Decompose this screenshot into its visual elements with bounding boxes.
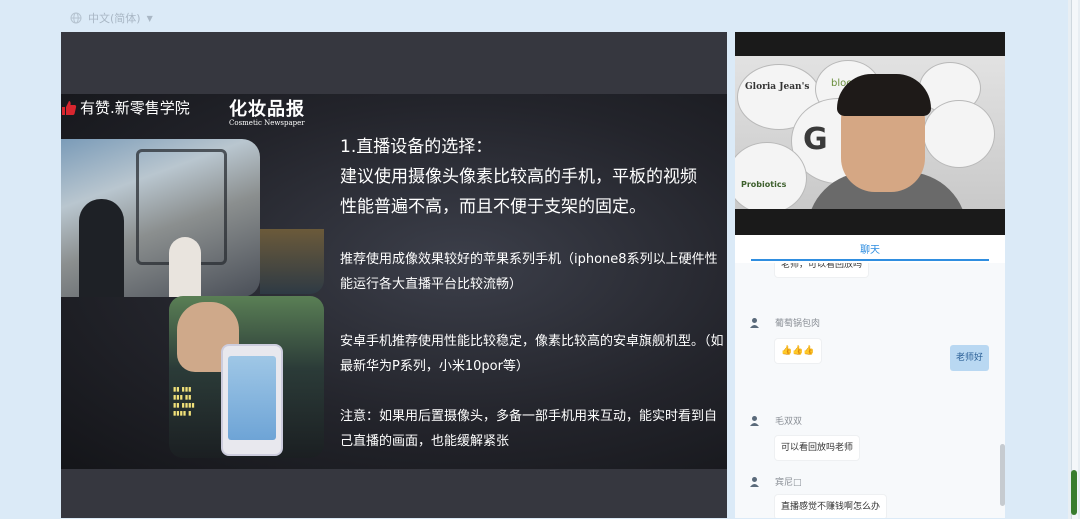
presentation-slide: 有赞.新零售学院 化妆品报 Cosmetic Newspaper ▮▮ ▮▮▮ ▮… <box>61 94 727 469</box>
heading-line-3: 性能普遍不高，而且不便于支架的固定。 <box>340 197 646 217</box>
tab-active-indicator <box>751 259 989 261</box>
chat-scrollbar[interactable] <box>1000 444 1005 506</box>
user-avatar-icon <box>750 416 759 426</box>
chat-username: 毛双双 <box>775 417 803 427</box>
tab-chat-label: 聊天 <box>860 245 880 256</box>
language-label: 中文(简体) <box>88 12 141 25</box>
chat-bubble: 可以看回放吗老师 <box>775 436 860 460</box>
page-scrollbar[interactable] <box>1068 0 1080 519</box>
video-scene: Gloria Jean's bloom G Probiotics <box>735 56 1005 209</box>
chat-bubble: 直播感觉不赚钱啊怎么办 <box>775 495 887 518</box>
brand-youzan-label: 有赞.新零售学院 <box>80 99 190 117</box>
slide-paragraph-note: 注意：如果用后置摄像头，多备一部手机用来互动，能实时看到自己直播的画面，也能缓解… <box>340 409 718 449</box>
gc-logo: G <box>803 122 828 157</box>
top-bar: 中文(简体) ▼ <box>0 0 1068 32</box>
logo-subtitle: Cosmetic Newspaper <box>229 119 305 127</box>
chat-bubble-self: 老师好 <box>950 345 990 371</box>
chat-username: 葡萄锅包肉 <box>775 319 821 329</box>
probiotics-logo: Probiotics <box>741 180 787 189</box>
photo-phone-rig <box>61 139 260 297</box>
brand-youzan: 有赞.新零售学院 <box>61 97 190 118</box>
photo-venue <box>260 229 324 294</box>
user-avatar-icon <box>750 477 759 487</box>
presenter-hair <box>837 74 931 116</box>
gloria-jeans-logo: Gloria Jean's <box>745 82 810 92</box>
user-avatar-icon <box>750 318 759 328</box>
scrollbar-thumb[interactable] <box>1071 0 1078 519</box>
chevron-down-icon: ▼ <box>146 13 153 23</box>
tab-chat[interactable]: 聊天 <box>735 235 1005 263</box>
chat-messages[interactable]: 老师，可以看回放吗 葡萄锅包肉 👍👍👍 老师好 毛双双 可以看回放吗老师 宾尼□… <box>735 263 1005 518</box>
chat-bubble: 👍👍👍 <box>775 339 821 363</box>
slide-paragraph-iphone: 推荐使用成像效果较好的苹果系列手机（iphone8系列以上硬件性能运行各大直播平… <box>340 252 718 292</box>
chat-bubble: 老师，可以看回放吗 <box>775 263 869 277</box>
chat-username: 宾尼□ <box>775 478 802 488</box>
heading-line-1: 1.直播设备的选择： <box>340 137 493 157</box>
presenter-video[interactable]: Gloria Jean's bloom G Probiotics <box>735 32 1005 235</box>
slide-heading: 1.直播设备的选择： 建议使用摄像头像素比较高的手机，平板的视频 性能普遍不高，… <box>340 132 720 222</box>
thumbs-up-icon <box>62 100 77 115</box>
side-panel: Gloria Jean's bloom G Probiotics 聊天 老师，可… <box>735 32 1005 518</box>
scrollbar-grip[interactable] <box>1071 470 1077 515</box>
logo-text: 化妆品报 <box>229 99 305 120</box>
slide-player: 有赞.新零售学院 化妆品报 Cosmetic Newspaper ▮▮ ▮▮▮ ▮… <box>61 32 727 518</box>
photo-phone-livestream: ▮▮ ▮▮▮ ▮▮▮ ▮▮ ▮▮ ▮▮▮▮ ▮▮▮▮ ▮ <box>169 296 324 458</box>
slide-paragraph-android: 安卓手机推荐使用性能比较稳定，像素比较高的安卓旗舰机型。（如最新华为P系列，小米… <box>340 334 724 374</box>
heading-line-2: 建议使用摄像头像素比较高的手机，平板的视频 <box>340 167 697 187</box>
globe-icon <box>70 12 82 24</box>
cosmetic-newspaper-logo: 化妆品报 Cosmetic Newspaper <box>229 95 305 127</box>
language-selector[interactable]: 中文(简体) ▼ <box>70 10 153 26</box>
